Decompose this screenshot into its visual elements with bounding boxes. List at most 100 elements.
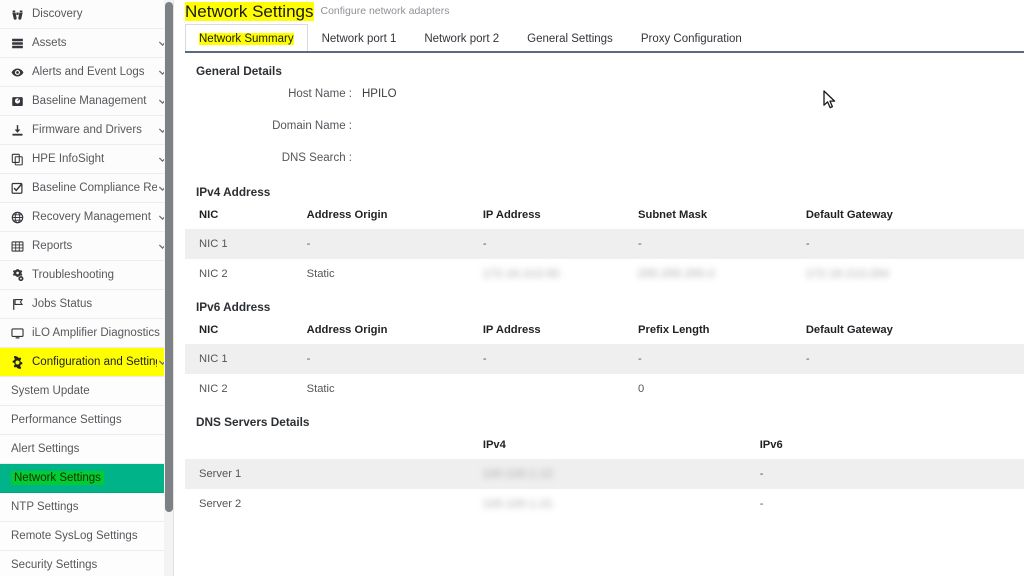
sidebar-item-label: iLO Amplifier Diagnostics <box>32 327 160 339</box>
sidebar-item-label: Discovery <box>32 8 83 20</box>
page-header: Network Settings Configure network adapt… <box>174 0 1024 21</box>
sidebar-item-label: Reports <box>32 240 73 252</box>
sidebar-item-alerts-and-event-logs[interactable]: Alerts and Event Logs <box>0 58 173 87</box>
tab-network-port-2[interactable]: Network port 2 <box>410 24 513 53</box>
sidebar-item-recovery-management[interactable]: Recovery Management <box>0 203 173 232</box>
sidebar-item-ntp-settings[interactable]: NTP Settings <box>0 493 173 522</box>
sidebar-item-discovery[interactable]: Discovery <box>0 0 173 29</box>
sidebar-item-label: Troubleshooting <box>32 269 115 281</box>
binoculars-icon <box>9 7 25 21</box>
sidebar-item-label: System Update <box>11 385 90 397</box>
table-row: NIC 1---- <box>185 229 1024 259</box>
sidebar-item-label: Assets <box>32 37 67 49</box>
sidebar-item-troubleshooting[interactable]: Troubleshooting <box>0 261 173 290</box>
sidebar-item-jobs-status[interactable]: Jobs Status <box>0 290 173 319</box>
redacted-value: 120.120.1.12 <box>482 468 553 480</box>
sidebar-item-baseline-management[interactable]: Baseline Management <box>0 87 173 116</box>
sidebar-item-label: Jobs Status <box>32 298 93 310</box>
tab-network-summary[interactable]: Network Summary <box>185 24 308 53</box>
general-details-key: Host Name : <box>288 88 352 100</box>
sidebar-item-assets[interactable]: Assets <box>0 29 173 58</box>
table-header-row: NIC Address Origin IP Address Subnet Mask De… <box>185 201 1024 229</box>
column-header: NIC <box>199 324 219 336</box>
table-cell: - <box>805 229 1024 259</box>
table-header-row: IPv4 IPv6 <box>185 431 1024 459</box>
column-header: IP Address <box>482 324 541 336</box>
sidebar-item-ilo-amplifier-diagnostics[interactable]: iLO Amplifier Diagnostics <box>0 319 173 348</box>
flag-icon <box>9 297 25 311</box>
table-cell: - <box>638 229 806 259</box>
dns-servers-table: IPv4 IPv6 Server 1 120.120.1.12 - Server 2 120… <box>185 431 1024 519</box>
general-details-row: DNS Search : <box>185 142 1024 174</box>
page-subtitle: Configure network adapters <box>320 5 450 17</box>
section-title-general-details: General Details <box>196 64 282 78</box>
table-cell: - <box>759 498 764 510</box>
table-cell: Static <box>306 268 335 280</box>
gears-icon <box>9 268 25 282</box>
column-header: Subnet Mask <box>638 209 708 221</box>
ipv4-address-table: NIC Address Origin IP Address Subnet Mask De… <box>185 201 1024 289</box>
general-details-value: HPILO <box>362 88 397 100</box>
sidebar-item-label: NTP Settings <box>11 501 79 513</box>
sidebar-item-label: Performance Settings <box>11 414 122 426</box>
general-details-list: Host Name : HPILO Domain Name : DNS Search … <box>185 78 1024 174</box>
column-header: Prefix Length <box>638 324 710 336</box>
column-header: Address Origin <box>306 209 388 221</box>
sidebar-item-baseline-compliance-reports[interactable]: Baseline Compliance Reports <box>0 174 173 203</box>
tab-network-port-1[interactable]: Network port 1 <box>308 24 411 53</box>
table-cell: 120.120.1.12 <box>482 459 760 489</box>
tab-proxy-configuration[interactable]: Proxy Configuration <box>627 24 756 53</box>
sidebar-item-system-update[interactable]: System Update <box>0 377 173 406</box>
redacted-value: 172.16.213.50 <box>482 268 560 280</box>
column-header: NIC <box>199 209 219 221</box>
section-title-ipv6: IPv6 Address <box>196 300 271 314</box>
sidebar-item-label: Security Settings <box>11 559 98 571</box>
table-cell: NIC 1 <box>185 344 307 374</box>
table-cell: - <box>805 344 1024 374</box>
tab-general-settings[interactable]: General Settings <box>513 24 627 53</box>
sidebar-item-label: Recovery Management <box>32 211 151 223</box>
table-cell: NIC 2 <box>199 268 228 280</box>
table-cell: Server 1 <box>185 459 483 489</box>
tab-label: Proxy Configuration <box>640 33 742 45</box>
sidebar-item-alert-settings[interactable]: Alert Settings <box>0 435 173 464</box>
server-stack-icon <box>9 36 25 50</box>
app-root: Discovery Assets Alerts and Event Logs Base… <box>0 0 1024 576</box>
sidebar-item-label: HPE InfoSight <box>32 153 105 165</box>
table-cell: 120.120.1.21 <box>483 489 760 519</box>
sidebar-item-list: Discovery Assets Alerts and Event Logs Base… <box>0 0 173 576</box>
sidebar-item-remote-syslog-settings[interactable]: Remote SysLog Settings <box>0 522 173 551</box>
table-cell: - <box>482 229 639 259</box>
sidebar-item-security-settings[interactable]: Security Settings <box>0 551 173 576</box>
column-header: Default Gateway <box>805 324 893 336</box>
gear-icon <box>9 355 25 369</box>
sidebar-scrollbar-track[interactable] <box>164 0 173 576</box>
sidebar-item-performance-settings[interactable]: Performance Settings <box>0 406 173 435</box>
sidebar-item-reports[interactable]: Reports <box>0 232 173 261</box>
table-row: NIC 2 Static 0 <box>185 374 1024 404</box>
sidebar-item-firmware-and-drivers[interactable]: Firmware and Drivers <box>0 116 173 145</box>
sidebar-item-label: Alerts and Event Logs <box>32 66 145 78</box>
section-title-dns: DNS Servers Details <box>196 415 310 429</box>
main-content-area: Network Settings Configure network adapt… <box>174 0 1024 576</box>
table-row: NIC 2 Static 172.16.213.50 255.255.255.0 172… <box>185 259 1024 289</box>
sidebar-item-hpe-infosight[interactable]: HPE InfoSight <box>0 145 173 174</box>
tab-panel-network-summary: General Details Host Name : HPILO Domain N… <box>185 53 1024 576</box>
column-header: Default Gateway <box>805 209 893 221</box>
sidebar-item-label: Remote SysLog Settings <box>11 530 138 542</box>
column-header <box>185 431 483 459</box>
sidebar-item-label: Baseline Management <box>32 95 147 107</box>
table-cell: NIC 1 <box>185 229 307 259</box>
table-cell: - <box>482 344 639 374</box>
table-cell: Static <box>306 383 335 395</box>
table-row: NIC 1---- <box>185 344 1024 374</box>
sidebar-item-configuration-and-settings[interactable]: Configuration and Settings <box>0 348 173 377</box>
sidebar-scrollbar-thumb[interactable] <box>165 2 173 512</box>
tab-bar: Network Summary Network port 1 Network por… <box>185 24 1024 53</box>
section-title-ipv4: IPv4 Address <box>196 185 271 199</box>
copy-icon <box>9 152 25 166</box>
column-header: IP Address <box>482 209 541 221</box>
sidebar-item-network-settings[interactable]: Network Settings <box>0 464 173 493</box>
table-row: Server 1 120.120.1.12 - <box>185 459 1024 489</box>
table-grid-icon <box>9 239 25 253</box>
